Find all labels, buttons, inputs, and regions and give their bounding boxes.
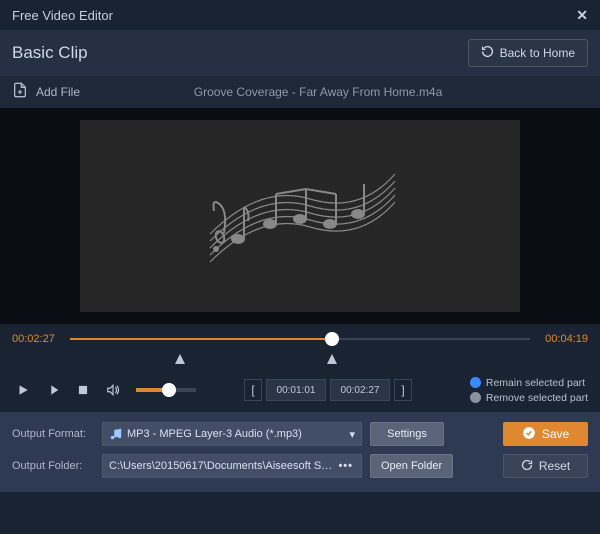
radio-dot-icon — [470, 392, 481, 403]
step-button[interactable] — [42, 379, 64, 401]
set-end-button[interactable]: ] — [394, 379, 412, 401]
volume-slider[interactable] — [136, 388, 196, 392]
preview-canvas — [80, 120, 520, 312]
marker-end[interactable] — [327, 354, 337, 364]
output-format-select[interactable]: MP3 - MPEG Layer-3 Audio (*.mp3) ▾ — [102, 422, 362, 446]
add-file-icon[interactable] — [12, 82, 28, 103]
timeline: 00:02:27 00:04:19 — [0, 324, 600, 354]
remain-label: Remain selected part — [486, 377, 585, 389]
music-note-icon — [200, 139, 400, 294]
filebar: Add File Groove Coverage - Far Away From… — [0, 76, 600, 108]
save-label: Save — [542, 427, 569, 441]
settings-button[interactable]: Settings — [370, 422, 444, 446]
reset-icon — [521, 459, 533, 474]
controls-row: [ ] Remain selected part Remove selected… — [0, 368, 600, 412]
marker-start[interactable] — [175, 354, 185, 364]
reset-label: Reset — [539, 459, 570, 473]
remove-selected-radio[interactable]: Remove selected part — [470, 392, 588, 404]
reset-button[interactable]: Reset — [503, 454, 588, 478]
browse-icon[interactable]: ••• — [338, 460, 353, 472]
output-panel: Output Format: MP3 - MPEG Layer-3 Audio … — [0, 412, 600, 492]
volume-icon[interactable] — [102, 379, 124, 401]
output-folder-label: Output Folder: — [12, 460, 94, 472]
output-folder-field[interactable]: C:\Users\20150617\Documents\Aiseesoft St… — [102, 454, 362, 478]
preview-area — [0, 108, 600, 324]
back-label: Back to Home — [500, 46, 575, 60]
time-current: 00:02:27 — [12, 333, 60, 345]
stop-button[interactable] — [72, 379, 94, 401]
remain-selected-radio[interactable]: Remain selected part — [470, 377, 588, 389]
close-icon[interactable]: ✕ — [576, 7, 588, 24]
clip-start-input[interactable] — [266, 379, 326, 401]
chevron-down-icon: ▾ — [349, 428, 355, 441]
remove-label: Remove selected part — [486, 392, 588, 404]
titlebar: Free Video Editor ✕ — [0, 0, 600, 30]
folder-value: C:\Users\20150617\Documents\Aiseesoft St… — [109, 460, 355, 472]
back-icon — [481, 45, 494, 61]
time-total: 00:04:19 — [540, 333, 588, 345]
add-file-button[interactable]: Add File — [36, 85, 80, 99]
header: Basic Clip Back to Home — [0, 30, 600, 76]
output-format-label: Output Format: — [12, 428, 94, 440]
clip-markers[interactable] — [70, 354, 530, 368]
back-to-home-button[interactable]: Back to Home — [468, 39, 588, 67]
play-button[interactable] — [12, 379, 34, 401]
timeline-slider[interactable] — [70, 330, 530, 348]
set-start-button[interactable]: [ — [244, 379, 262, 401]
save-button[interactable]: Save — [503, 422, 588, 446]
radio-dot-icon — [470, 377, 481, 388]
format-value: MP3 - MPEG Layer-3 Audio (*.mp3) — [127, 428, 302, 440]
clip-end-input[interactable] — [330, 379, 390, 401]
format-icon — [109, 427, 123, 441]
page-title: Basic Clip — [12, 43, 88, 63]
check-icon — [522, 426, 536, 443]
app-title: Free Video Editor — [12, 8, 113, 23]
open-folder-button[interactable]: Open Folder — [370, 454, 453, 478]
current-filename: Groove Coverage - Far Away From Home.m4a — [88, 85, 588, 99]
